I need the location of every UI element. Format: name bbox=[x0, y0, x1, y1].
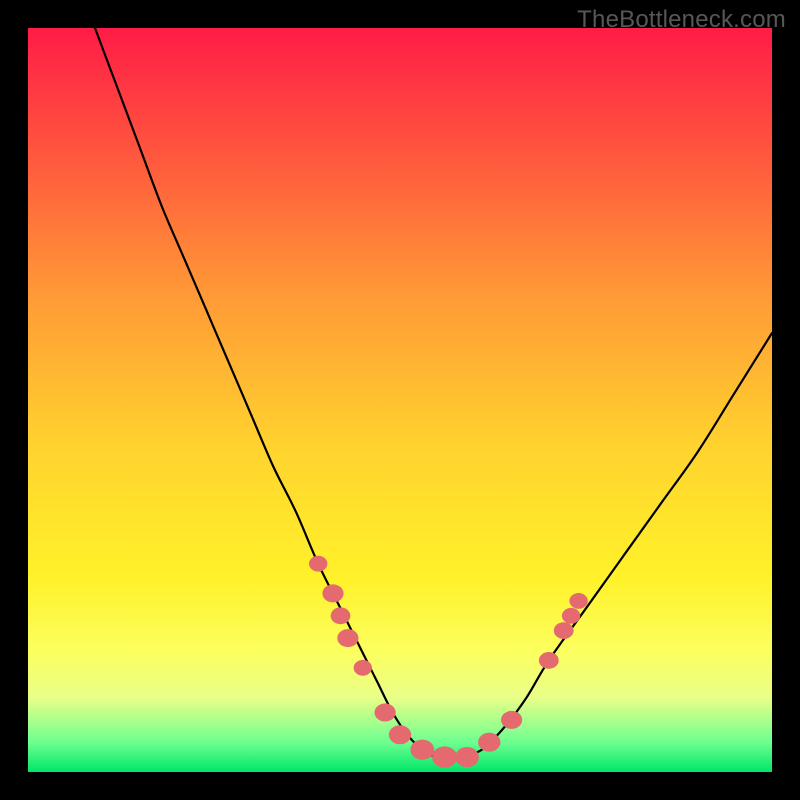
marker-dot bbox=[410, 740, 434, 760]
marker-dot bbox=[354, 660, 372, 676]
marker-dot bbox=[554, 622, 574, 639]
marker-dot bbox=[432, 746, 457, 767]
marker-dots bbox=[309, 556, 588, 768]
watermark-text: TheBottleneck.com bbox=[577, 6, 786, 34]
marker-dot bbox=[389, 725, 411, 744]
marker-dot bbox=[455, 747, 479, 767]
marker-dot bbox=[337, 629, 358, 647]
marker-dot bbox=[501, 711, 522, 729]
marker-dot bbox=[478, 733, 500, 752]
marker-dot bbox=[569, 593, 587, 609]
marker-dot bbox=[375, 704, 396, 722]
marker-dot bbox=[562, 608, 580, 624]
marker-dot bbox=[322, 584, 343, 602]
bottleneck-curve bbox=[95, 28, 772, 758]
plot-area bbox=[28, 28, 772, 772]
marker-dot bbox=[331, 607, 351, 624]
marker-dot bbox=[539, 652, 559, 669]
marker-dot bbox=[309, 556, 327, 572]
chart-svg bbox=[28, 28, 772, 772]
